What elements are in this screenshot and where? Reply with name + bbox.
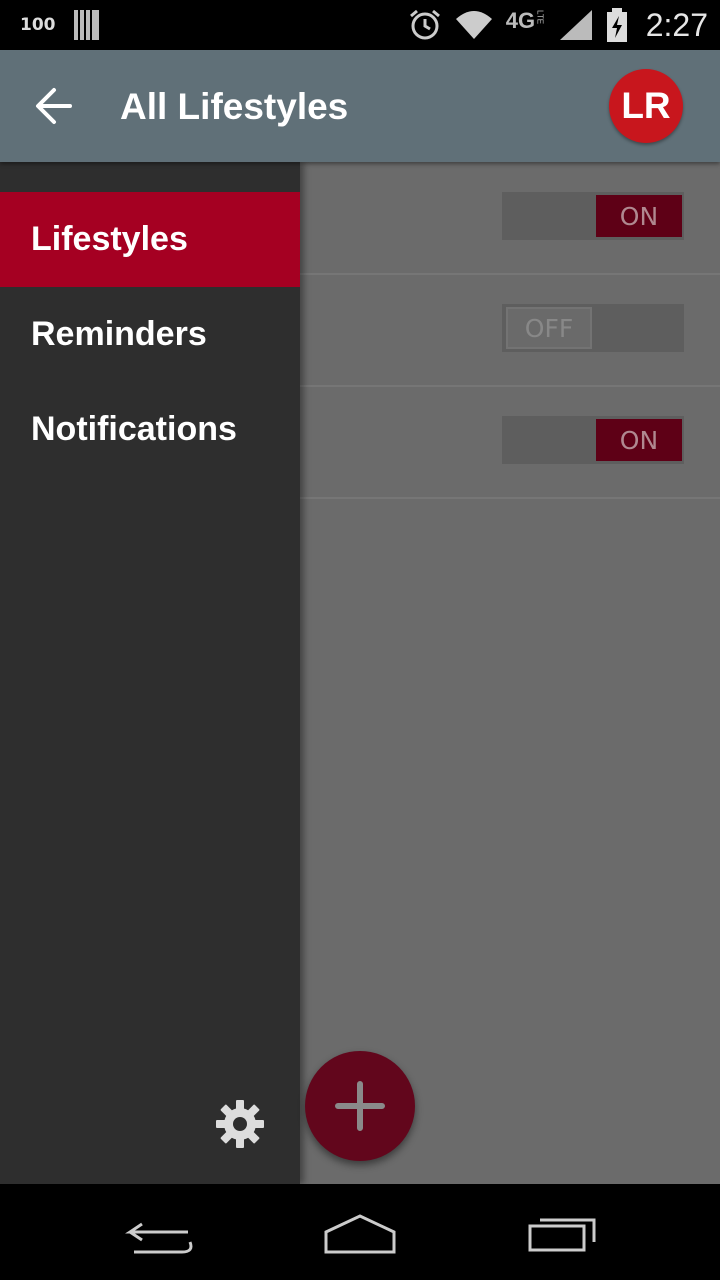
wifi-icon bbox=[455, 11, 492, 39]
toggle-knob: OFF bbox=[506, 307, 592, 349]
list-item: OFF bbox=[300, 274, 720, 387]
list-item: ON bbox=[300, 386, 720, 499]
plus-icon bbox=[335, 1081, 385, 1131]
system-nav-bar bbox=[0, 1184, 720, 1280]
arrow-left-icon bbox=[36, 88, 72, 124]
signal-strength-text: 100 bbox=[20, 15, 56, 35]
battery-charging-icon bbox=[606, 8, 627, 42]
drawer-item-label: Reminders bbox=[31, 315, 207, 353]
network-indicator: 4G LTE bbox=[506, 8, 546, 42]
toggle-switch[interactable]: ON bbox=[502, 416, 684, 464]
toggle-switch[interactable]: OFF bbox=[502, 304, 684, 352]
network-sub-label: LTE bbox=[535, 10, 545, 25]
nav-recents-button[interactable] bbox=[524, 1208, 604, 1256]
clock: 2:27 bbox=[645, 6, 708, 43]
drawer-item-notifications[interactable]: Notifications bbox=[0, 382, 300, 477]
carrier-bars-icon bbox=[73, 10, 99, 40]
list-item: ON bbox=[300, 162, 720, 275]
nav-back-button[interactable] bbox=[120, 1208, 200, 1256]
toggle-knob: ON bbox=[596, 195, 682, 237]
alarm-icon bbox=[409, 9, 440, 40]
page-title: All Lifestyles bbox=[120, 86, 349, 127]
drawer-item-lifestyles[interactable]: Lifestyles bbox=[0, 192, 300, 287]
avatar[interactable]: LR bbox=[609, 69, 683, 143]
drawer-item-label: Notifications bbox=[31, 410, 237, 448]
drawer-item-label: Lifestyles bbox=[31, 220, 188, 258]
status-bar: 100 4G LTE 2:27 bbox=[0, 0, 720, 50]
back-nav-icon bbox=[125, 1222, 193, 1254]
home-nav-icon bbox=[324, 1214, 396, 1254]
settings-button[interactable] bbox=[214, 1098, 266, 1150]
drawer-item-reminders[interactable]: Reminders bbox=[0, 287, 300, 382]
add-button[interactable] bbox=[305, 1051, 415, 1161]
signal-icon bbox=[559, 10, 592, 40]
app-bar: All Lifestyles LR bbox=[0, 50, 720, 162]
back-button[interactable] bbox=[30, 84, 82, 128]
toggle-switch[interactable]: ON bbox=[502, 192, 684, 240]
gear-icon bbox=[216, 1100, 264, 1148]
recents-nav-icon bbox=[528, 1218, 596, 1252]
nav-home-button[interactable] bbox=[320, 1208, 400, 1256]
navigation-drawer: Lifestyles Reminders Notifications bbox=[0, 162, 300, 1184]
network-label: 4G bbox=[505, 8, 536, 33]
toggle-knob: ON bbox=[596, 419, 682, 461]
